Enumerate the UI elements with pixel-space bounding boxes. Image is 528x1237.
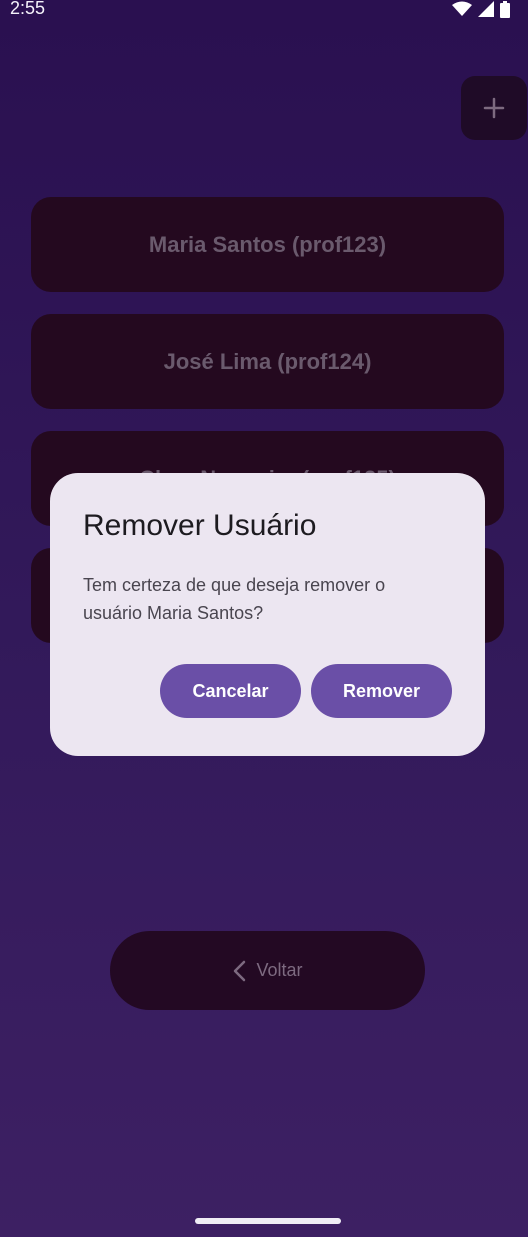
- home-indicator[interactable]: [195, 1218, 341, 1224]
- cancel-button[interactable]: Cancelar: [160, 664, 301, 718]
- remove-button[interactable]: Remover: [311, 664, 452, 718]
- dialog-message: Tem certeza de que deseja remover o usuá…: [83, 575, 386, 623]
- remove-user-dialog: Remover Usuário Tem certeza de que desej…: [50, 473, 485, 756]
- dialog-title: Remover Usuário: [83, 509, 317, 542]
